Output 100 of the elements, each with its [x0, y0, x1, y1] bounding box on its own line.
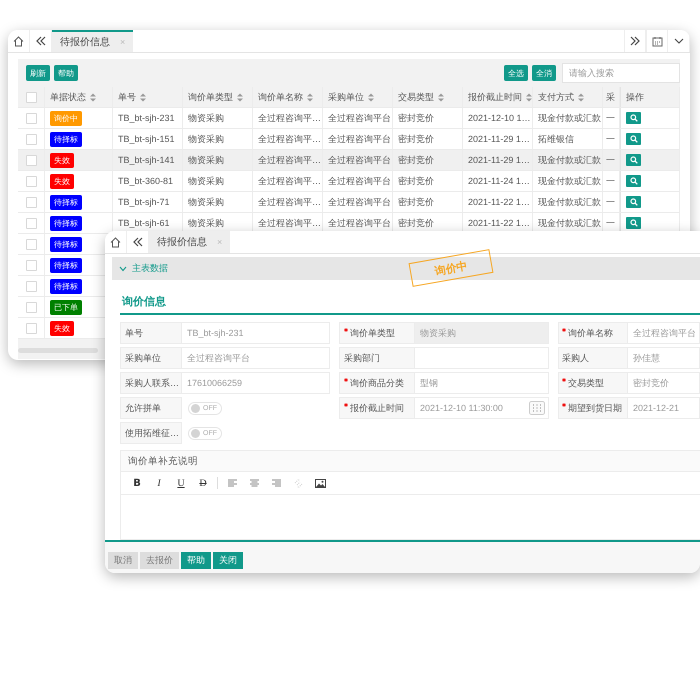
search-icon	[630, 135, 638, 143]
table-cell: 密封竞价	[398, 196, 434, 208]
table-cell: TB_bt-sjh-151	[118, 134, 175, 144]
column-header[interactable]: 单号	[118, 90, 136, 104]
field-label: 采购人联系…	[125, 376, 179, 390]
home-icon[interactable]	[105, 231, 127, 253]
field-label: 采购部门	[344, 352, 380, 364]
sort-icon[interactable]	[578, 92, 584, 102]
double-chevron-right-icon[interactable]	[624, 30, 646, 52]
input-field[interactable]: 17610066259	[182, 372, 330, 394]
toolbar-button[interactable]: 刷新	[26, 65, 50, 81]
table-cell: 全过程咨询平台	[328, 154, 391, 166]
field-label: 使用拓维征…	[125, 426, 179, 440]
sort-icon[interactable]	[237, 92, 243, 102]
toolbar-button[interactable]: 全选	[504, 65, 528, 81]
checkbox[interactable]	[26, 112, 36, 124]
checkbox[interactable]	[26, 196, 36, 208]
input-field[interactable]: 全过程咨询平台	[182, 347, 330, 369]
status-badge: 待择标	[50, 132, 82, 146]
field-label: 询价单类型	[350, 326, 395, 340]
status-badge: 待择标	[50, 216, 82, 230]
checkbox[interactable]	[26, 92, 36, 102]
table-cell: 密封竞价	[398, 132, 434, 146]
table-cell: 物资采购	[188, 174, 224, 188]
table-cell: 密封竞价	[398, 174, 434, 188]
search-button[interactable]	[626, 175, 641, 187]
footer-button[interactable]: 取消	[108, 552, 138, 569]
required-icon	[344, 403, 348, 407]
sort-icon[interactable]	[438, 92, 444, 102]
sort-icon[interactable]	[307, 92, 313, 102]
column-header[interactable]: 单据状态	[50, 90, 86, 104]
checkbox[interactable]	[26, 134, 36, 144]
search-field[interactable]: 请输入搜索	[562, 63, 680, 83]
column-header[interactable]: 交易类型	[398, 90, 434, 104]
toolbar-button[interactable]: 全消	[532, 65, 556, 81]
table-cell: 全过程咨询平台	[328, 112, 391, 124]
search-button[interactable]	[626, 133, 641, 145]
input-field[interactable]: 2021-12-21	[628, 397, 700, 419]
home-icon[interactable]	[8, 30, 30, 52]
input-field[interactable]: 孙佳慧	[628, 347, 700, 369]
search-icon	[630, 156, 638, 164]
column-header[interactable]: 操作	[626, 90, 644, 104]
checkbox[interactable]	[26, 260, 36, 270]
status-badge: 失效	[50, 174, 74, 188]
checkbox[interactable]	[26, 218, 36, 228]
checkbox[interactable]	[26, 302, 36, 312]
field-label: 询价单名称	[568, 326, 613, 340]
input-field[interactable]: 型钢	[415, 372, 549, 394]
field-label: 报价截止时间	[350, 402, 404, 414]
bold-button[interactable]: B	[129, 476, 145, 490]
search-button[interactable]	[626, 217, 641, 229]
input-field[interactable]: 2021-12-10 11:30:00	[415, 397, 549, 419]
toolbar-button[interactable]: 帮助	[54, 65, 78, 81]
checkbox[interactable]	[26, 176, 36, 186]
column-header[interactable]: 询价单类型	[188, 90, 233, 104]
required-icon	[562, 403, 566, 407]
column-header[interactable]: 报价截止时间	[468, 90, 522, 104]
table-cell: 全过程咨询平…	[258, 174, 321, 188]
status-badge: 待择标	[50, 278, 82, 294]
sort-icon[interactable]	[368, 92, 374, 102]
search-button[interactable]	[626, 154, 641, 166]
image-icon[interactable]	[312, 476, 328, 490]
table-cell: 物资采购	[188, 112, 224, 124]
input-field[interactable]: 密封竞价	[628, 372, 700, 394]
footer-button[interactable]: 关闭	[213, 552, 243, 569]
checkbox[interactable]	[26, 238, 36, 250]
status-badge: 失效	[50, 152, 74, 168]
table-cell: 一	[606, 216, 615, 230]
checkbox[interactable]	[26, 280, 36, 292]
status-badge: 待择标	[50, 258, 82, 272]
field-label: 交易类型	[568, 376, 604, 390]
status-badge: 失效	[50, 320, 74, 336]
tab[interactable]: 待报价信息 ×	[149, 231, 230, 253]
column-header[interactable]: 支付方式	[538, 90, 574, 104]
footer-button[interactable]: 去报价	[140, 552, 179, 569]
column-header[interactable]: 采	[606, 90, 615, 104]
sort-icon[interactable]	[526, 92, 532, 102]
column-header[interactable]: 询价单名称	[258, 90, 303, 104]
search-button[interactable]	[626, 196, 641, 208]
table-cell: 现金付款或汇款	[538, 112, 601, 124]
checkbox[interactable]	[26, 322, 36, 334]
required-icon	[562, 378, 566, 382]
column-header[interactable]: 采购单位	[328, 90, 364, 104]
section-title: 询价信息	[122, 294, 167, 309]
italic-button[interactable]: I	[151, 476, 167, 490]
input-field[interactable]: TB_bt-sjh-231	[182, 322, 330, 344]
input-field[interactable]: 全过程咨询平台	[628, 322, 700, 344]
checkbox[interactable]	[26, 154, 36, 166]
sort-icon[interactable]	[140, 92, 146, 102]
status-badge: 待择标	[50, 236, 82, 252]
strike-button[interactable]: D	[195, 476, 211, 490]
underline-button[interactable]: U	[173, 476, 189, 490]
table-cell: 2021-11-29 1…	[468, 155, 530, 165]
table-cell: TB_bt-360-81	[118, 176, 174, 186]
search-button[interactable]	[626, 112, 641, 124]
sort-icon[interactable]	[90, 92, 96, 102]
footer-button[interactable]: 帮助	[181, 552, 211, 569]
search-icon	[630, 114, 638, 122]
tab[interactable]: 待报价信息 ×	[52, 30, 134, 52]
scroll-bar[interactable]	[18, 348, 98, 353]
